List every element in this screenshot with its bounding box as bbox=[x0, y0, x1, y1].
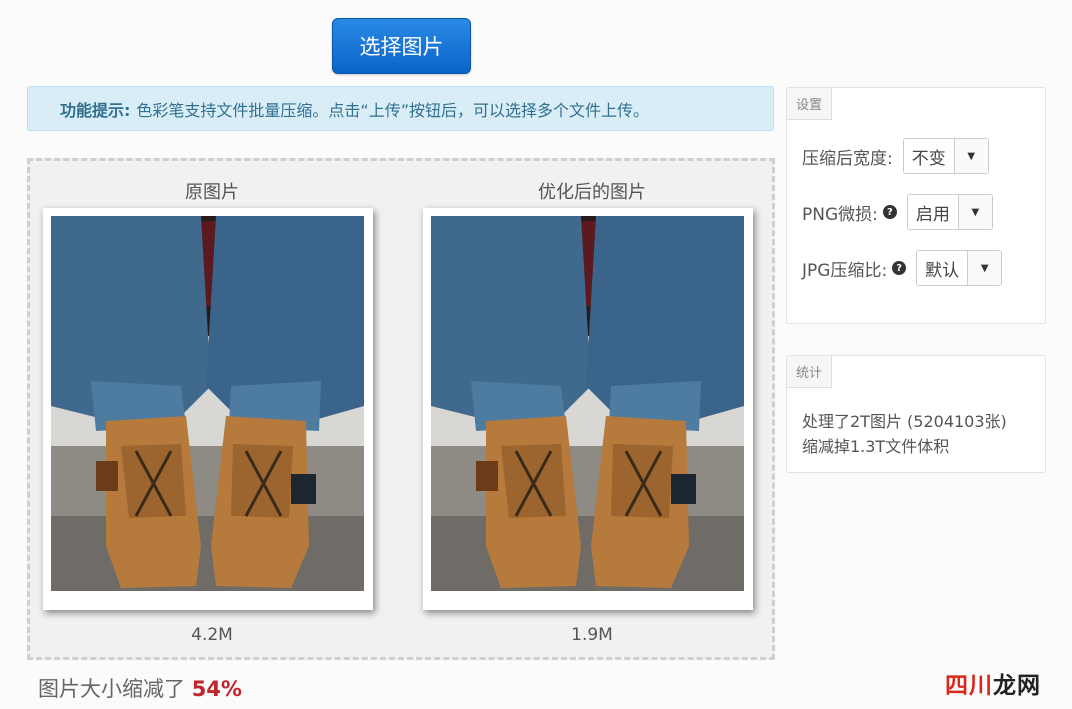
jpg-select-value: 默认 bbox=[925, 260, 960, 281]
settings-tag: 设置 bbox=[787, 88, 833, 120]
width-setting-label: 压缩后宽度: bbox=[802, 148, 893, 169]
compare-area: 原图片 4.2M 优化后的图片 1.9M bbox=[27, 158, 775, 660]
optimized-image-frame bbox=[423, 208, 753, 610]
caret-down-icon: ▼ bbox=[957, 195, 992, 229]
width-select-value: 不变 bbox=[911, 148, 946, 169]
select-image-label: 选择图片 bbox=[359, 35, 444, 59]
reduction-summary: 图片大小缩减了 54% bbox=[38, 673, 242, 703]
watermark-part1: 四川 bbox=[945, 673, 993, 699]
width-setting-row: 压缩后宽度: 不变 ▼ bbox=[802, 138, 989, 174]
feature-tip-banner: 功能提示: 色彩笔支持文件批量压缩。点击“上传”按钮后，可以选择多个文件上传。 bbox=[27, 86, 774, 131]
png-select[interactable]: 启用 ▼ bbox=[906, 194, 993, 230]
png-setting-row: PNG微损: ? 启用 ▼ bbox=[802, 194, 993, 230]
caret-down-icon: ▼ bbox=[967, 251, 1002, 285]
caret-down-icon: ▼ bbox=[953, 139, 988, 173]
jpg-setting-label: JPG压缩比: bbox=[802, 260, 888, 281]
watermark-logo: 四川龙网 bbox=[945, 666, 1041, 700]
optimized-image bbox=[431, 216, 744, 591]
stats-reduced: 缩减掉1.3T文件体积 bbox=[802, 437, 950, 456]
help-icon[interactable]: ? bbox=[882, 205, 897, 219]
stats-panel: 统计 处理了2T图片 (5204103张) 缩减掉1.3T文件体积 bbox=[786, 355, 1046, 473]
original-image bbox=[51, 216, 364, 591]
tip-label: 功能提示: bbox=[60, 100, 131, 120]
jpg-setting-row: JPG压缩比: ? 默认 ▼ bbox=[802, 250, 1003, 286]
stats-tag: 统计 bbox=[787, 356, 833, 388]
png-setting-label: PNG微损: bbox=[802, 204, 878, 225]
tip-text: 色彩笔支持文件批量压缩。点击“上传”按钮后，可以选择多个文件上传。 bbox=[136, 100, 649, 120]
jpg-select[interactable]: 默认 ▼ bbox=[916, 250, 1003, 286]
watermark-part2: 龙网 bbox=[993, 673, 1041, 699]
reduction-prefix: 图片大小缩减了 bbox=[38, 677, 185, 701]
original-size: 4.2M bbox=[191, 625, 233, 645]
settings-panel: 设置 压缩后宽度: 不变 ▼ PNG微损: ? 启用 ▼ JPG压缩比: ? 默… bbox=[786, 87, 1046, 324]
reduction-percent: 54% bbox=[191, 677, 242, 701]
optimized-size: 1.9M bbox=[571, 625, 613, 645]
help-icon[interactable]: ? bbox=[892, 261, 907, 275]
stats-processed: 处理了2T图片 (5204103张) bbox=[802, 412, 1007, 431]
select-image-button[interactable]: 选择图片 bbox=[332, 18, 471, 74]
original-image-frame bbox=[43, 208, 373, 610]
png-select-value: 启用 bbox=[915, 204, 950, 225]
optimized-title: 优化后的图片 bbox=[538, 182, 646, 203]
original-title: 原图片 bbox=[185, 182, 239, 203]
width-select[interactable]: 不变 ▼ bbox=[902, 138, 989, 174]
